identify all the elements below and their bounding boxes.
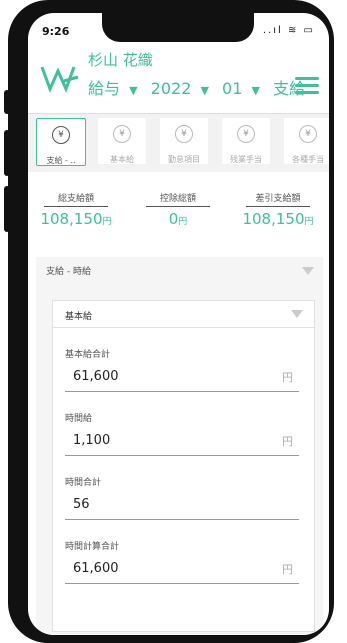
basic-pay-card: 基本給 基本給合計 61,600 円 時間給 1,100 円 時間合計 56 時…: [52, 300, 315, 632]
month-dropdown[interactable]: 01 ▼: [222, 79, 264, 98]
yen-icon: ¥: [113, 125, 131, 143]
summary-gross: 総支給額 108,150円: [34, 191, 118, 228]
period-selector: 給与 ▼ 2022 ▼ 01 ▼ 支給: [88, 75, 309, 99]
yen-icon: ¥: [299, 125, 317, 143]
app-logo-icon: [40, 66, 79, 93]
volume-up-button: [4, 130, 10, 176]
app-screen: 9:26 ..ıl ≋ ▭ 杉山 花織 給与 ▼ 2022 ▼ 01 ▼ 支給 …: [28, 13, 329, 635]
basic-pay-total-field[interactable]: 61,600 円: [65, 363, 299, 392]
total-hours-field[interactable]: 56: [65, 491, 299, 520]
card-header[interactable]: 基本給: [53, 301, 314, 328]
pay-summary: 総支給額 108,150円 控除総額 0円 差引支給額 108,150円: [28, 191, 329, 237]
yen-icon: ¥: [52, 126, 70, 144]
mute-switch: [4, 90, 10, 114]
summary-net: 差引支給額 108,150円: [236, 191, 320, 228]
tab-attendance[interactable]: ¥ 勤怠項目: [160, 118, 208, 164]
notch: [102, 13, 254, 42]
user-name: 杉山 花織: [88, 51, 153, 69]
tab-payment[interactable]: ¥ 支給 - ..: [36, 118, 86, 166]
category-tabs: ¥ 支給 - .. ¥ 基本給 ¥ 勤怠項目 ¥ 残業手当 ¥ 各種手当: [28, 114, 329, 172]
status-time: 9:26: [42, 25, 70, 38]
hourly-wage-field[interactable]: 1,100 円: [65, 427, 299, 456]
hamburger-menu-icon[interactable]: [295, 77, 319, 95]
card-collapse-icon[interactable]: [291, 310, 303, 318]
summary-deduction: 控除総額 0円: [136, 191, 220, 228]
yen-icon: ¥: [237, 125, 255, 143]
tab-allowances[interactable]: ¥ 各種手当: [284, 118, 329, 164]
payment-section: 支給 - 時給 基本給 基本給合計 61,600 円 時間給 1,100 円 時…: [36, 257, 323, 635]
phone-frame: 9:26 ..ıl ≋ ▭ 杉山 花織 給与 ▼ 2022 ▼ 01 ▼ 支給 …: [8, 0, 334, 643]
status-icons: ..ıl ≋ ▭: [262, 25, 315, 36]
section-title: 支給 - 時給: [46, 267, 91, 277]
app-header: 杉山 花織 給与 ▼ 2022 ▼ 01 ▼ 支給: [28, 47, 329, 113]
year-dropdown[interactable]: 2022 ▼: [151, 79, 213, 98]
pay-type-dropdown[interactable]: 給与 ▼: [88, 79, 142, 98]
tab-overtime[interactable]: ¥ 残業手当: [222, 118, 270, 164]
section-collapse-icon[interactable]: [302, 267, 314, 275]
yen-icon: ¥: [175, 125, 193, 143]
hourly-calc-total-field[interactable]: 61,600 円: [65, 555, 299, 584]
tab-basic-pay[interactable]: ¥ 基本給: [98, 118, 146, 164]
volume-down-button: [4, 186, 10, 232]
